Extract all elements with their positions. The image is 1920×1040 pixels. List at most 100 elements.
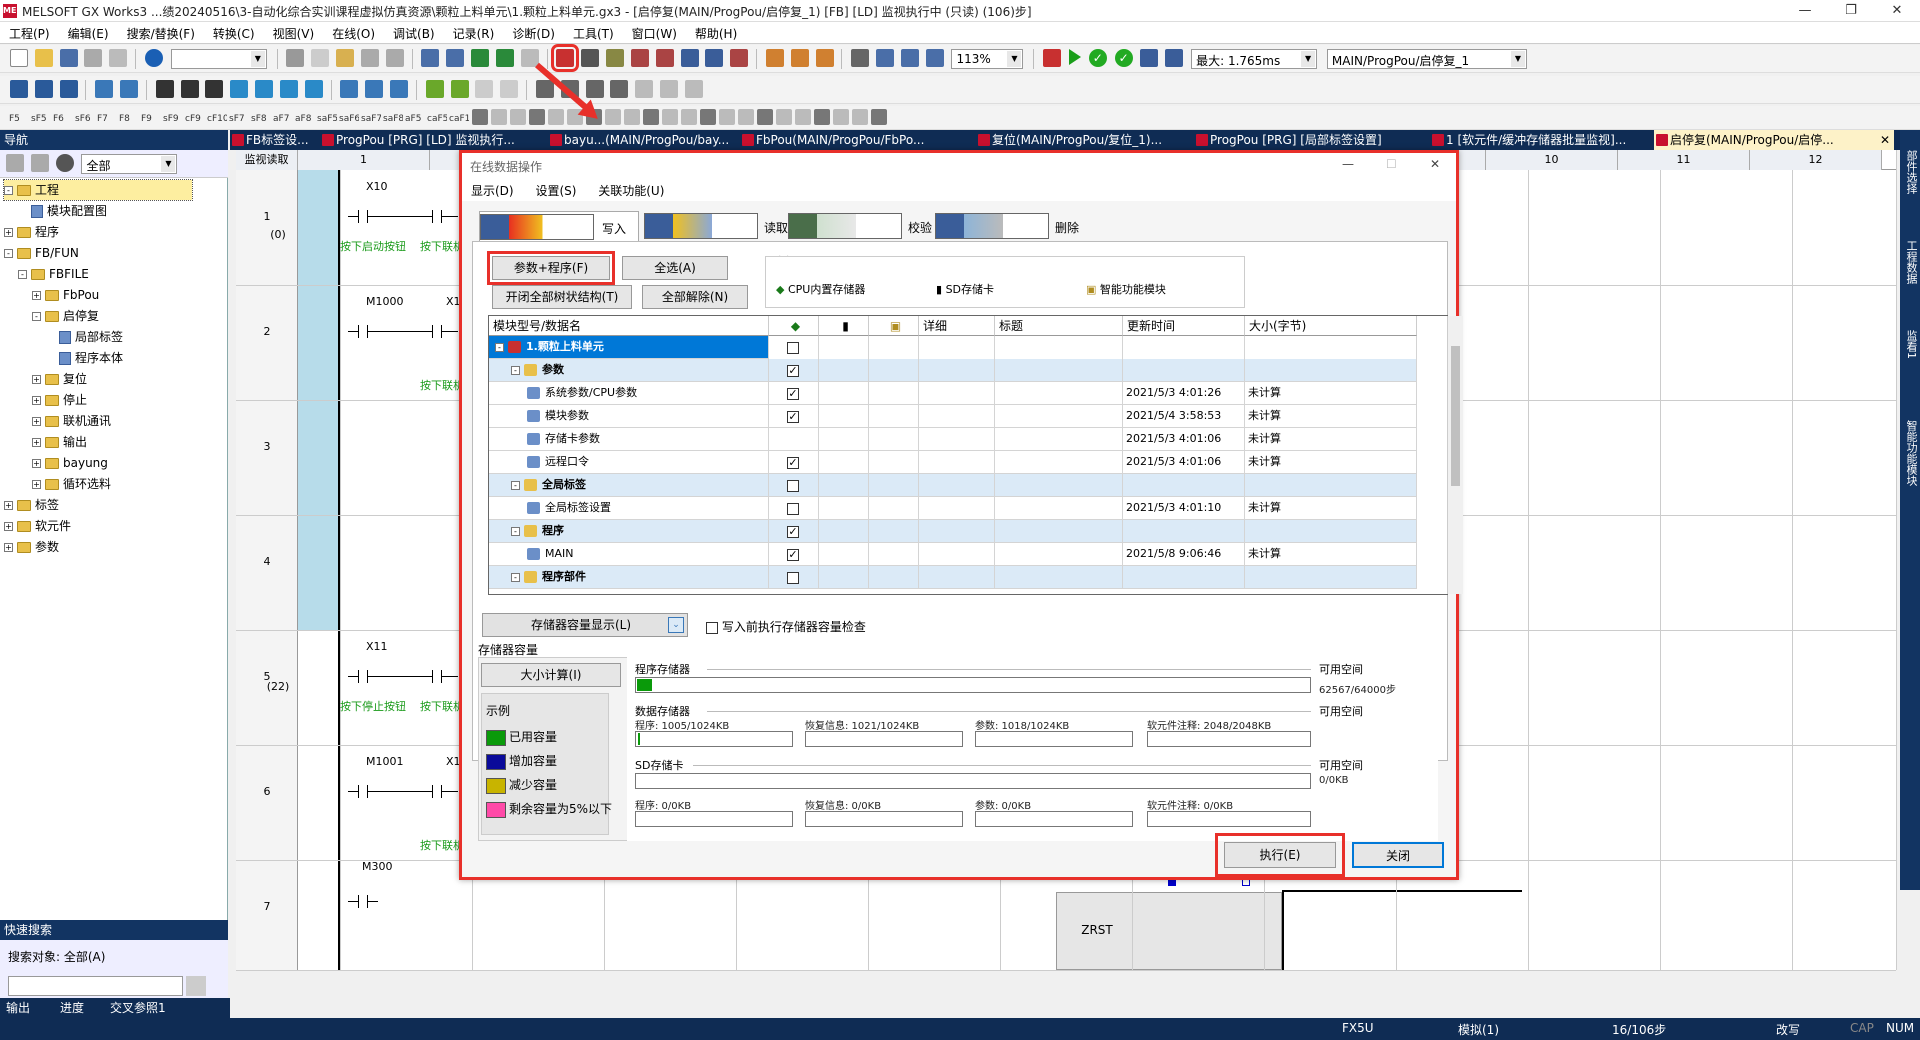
menu-item-2[interactable]: 搜索/替换(F) [118, 22, 204, 44]
grid-row[interactable]: - 程序 ✓ [489, 520, 1417, 543]
device-batch-icon[interactable] [765, 49, 784, 67]
search-combo[interactable]: ▼ [170, 49, 267, 69]
ladder-tool-14-icon[interactable] [738, 109, 754, 125]
expand-chevron-icon[interactable]: ⌄ [668, 617, 684, 633]
io-icon[interactable] [155, 80, 174, 98]
tab-output[interactable]: 输出 [6, 998, 30, 1018]
doc-tab-5[interactable]: ProgPou [PRG] [局部标签设置] [1194, 130, 1426, 150]
tree-node[interactable]: + 联机通讯 [32, 411, 111, 431]
expand-toggle-icon[interactable]: + [4, 228, 13, 237]
monitor-start-icon[interactable] [680, 49, 699, 67]
tree-node[interactable]: + 参数 [4, 537, 59, 557]
ladder-tool-3-icon[interactable] [529, 109, 545, 125]
doc-tab-4[interactable]: 复位(MAIN/ProgPou/复位_1)... [976, 130, 1190, 150]
gear-icon[interactable] [55, 154, 74, 172]
comment-icon[interactable] [340, 80, 359, 98]
ladder-contact[interactable] [348, 785, 378, 799]
size-calc-button[interactable]: 大小计算(I) [481, 663, 621, 687]
expand-toggle-icon[interactable]: - [495, 342, 504, 352]
menu-item-8[interactable]: 诊断(D) [503, 22, 564, 44]
replace-icon[interactable] [610, 80, 629, 98]
tree-node[interactable]: - FB/FUN [4, 243, 79, 263]
expand-toggle-icon[interactable]: + [32, 480, 41, 489]
restore-icon[interactable]: ❐ [1828, 0, 1874, 22]
doc-tab-6[interactable]: 1 [软元件/缓冲存储器批量监视]... [1430, 130, 1650, 150]
disabled2-icon[interactable] [500, 80, 519, 98]
tree-node[interactable]: - 工程 [3, 179, 193, 201]
fkey-saf6-icon[interactable]: saF6 [339, 114, 359, 124]
tree-node[interactable]: + 循环选料 [32, 474, 111, 494]
ladder-tool-21-icon[interactable] [871, 109, 887, 125]
grid-row[interactable]: MAIN ✓ 2021/5/8 9:06:46 未计算 [489, 543, 1417, 566]
doc-tab-2[interactable]: bayu...(MAIN/ProgPou/bay... [548, 130, 736, 150]
fkey-f5-icon[interactable]: F5 [9, 114, 29, 124]
menu-display[interactable]: 显示(D) [462, 179, 523, 202]
grid2-icon[interactable] [660, 80, 679, 98]
zoom-fit-icon[interactable] [925, 49, 944, 67]
grid-scrollbar[interactable] [1447, 316, 1463, 594]
menu-item-0[interactable]: 工程(P) [0, 22, 59, 44]
tree-node[interactable]: + 程序 [4, 222, 59, 242]
write-checkbox[interactable]: ✓ [787, 411, 799, 423]
right-panel-tab[interactable]: 部件选择 [1903, 150, 1919, 194]
fkey-af5-icon[interactable]: aF5 [405, 114, 425, 124]
ladder-tool-20-icon[interactable] [852, 109, 868, 125]
write-checkbox[interactable]: ✓ [787, 526, 799, 538]
deselect-all-button[interactable]: 全部解除(N) [642, 285, 748, 309]
menu-item-10[interactable]: 窗口(W) [623, 22, 686, 44]
close-tab-icon[interactable]: ✕ [1880, 130, 1890, 150]
status-ok2-icon[interactable]: ✓ [1114, 49, 1133, 67]
undo-history-icon[interactable] [109, 49, 128, 67]
ladder-tool-16-icon[interactable] [776, 109, 792, 125]
menu-related[interactable]: 关联功能(U) [589, 179, 673, 202]
ladder-tool-2-icon[interactable] [510, 109, 526, 125]
tab-read[interactable]: 读取 [644, 211, 794, 241]
paste-icon[interactable] [336, 49, 355, 67]
ladder-tool-19-icon[interactable] [833, 109, 849, 125]
dialog-maximize-icon[interactable]: ☐ [1386, 157, 1397, 171]
grid-scroll-thumb[interactable] [1451, 346, 1460, 486]
coil-icon[interactable] [59, 80, 78, 98]
fkey-caf5-icon[interactable]: caF5 [427, 114, 447, 124]
ladder-contact[interactable] [348, 210, 378, 224]
dialog-close-icon[interactable]: ✕ [1430, 157, 1440, 171]
convert-all-icon[interactable] [446, 49, 465, 67]
tree-node[interactable]: + 停止 [32, 390, 87, 410]
tree-node[interactable]: + 输出 [32, 432, 87, 452]
search-icon[interactable] [186, 976, 206, 996]
tab-write[interactable]: 写入 [479, 211, 639, 241]
ladder-tool-11-icon[interactable] [681, 109, 697, 125]
close-button[interactable]: 关闭 [1352, 842, 1444, 868]
simulation-icon[interactable] [1043, 49, 1062, 67]
grid-row[interactable]: - 程序部件 [489, 566, 1417, 589]
tree-node[interactable]: 局部标签 [46, 327, 123, 347]
menu-item-3[interactable]: 转换(C) [204, 22, 264, 44]
cut-icon[interactable] [286, 49, 305, 67]
ladder-contact[interactable] [348, 670, 378, 684]
fkey-af7-icon[interactable]: aF7 [273, 114, 293, 124]
expand-toggle-icon[interactable]: - [511, 526, 520, 536]
close-icon[interactable]: ✕ [1874, 0, 1920, 22]
zoom-combo[interactable]: 113% ▼ [951, 49, 1024, 69]
write-checkbox[interactable]: ✓ [787, 457, 799, 469]
ladder-contact[interactable] [422, 325, 452, 339]
online-change-icon[interactable] [655, 49, 674, 67]
ladder-contact[interactable] [422, 785, 452, 799]
note-icon[interactable] [390, 80, 409, 98]
check-before-write[interactable]: 写入前执行存储器容量检查 [706, 618, 866, 635]
minimize-icon[interactable]: — [1782, 0, 1828, 22]
statement-icon[interactable] [365, 80, 384, 98]
expand-toggle-icon[interactable]: + [32, 291, 41, 300]
device2-icon[interactable] [255, 80, 274, 98]
disabled-icon[interactable] [475, 80, 494, 98]
print-icon[interactable] [84, 49, 103, 67]
tree-node[interactable]: - FBFILE [18, 264, 89, 284]
expand-toggle-icon[interactable]: + [32, 396, 41, 405]
menu-settings[interactable]: 设置(S) [526, 179, 585, 202]
expand-toggle-icon[interactable]: - [511, 572, 520, 582]
ladder-tool-17-icon[interactable] [795, 109, 811, 125]
scan-time-icon[interactable] [1140, 49, 1159, 67]
copy-icon[interactable] [311, 49, 330, 67]
zrst-block[interactable]: ZRST [1056, 892, 1282, 970]
grid-row[interactable]: 全局标签设置 2021/5/3 4:01:10 未计算 [489, 497, 1417, 520]
